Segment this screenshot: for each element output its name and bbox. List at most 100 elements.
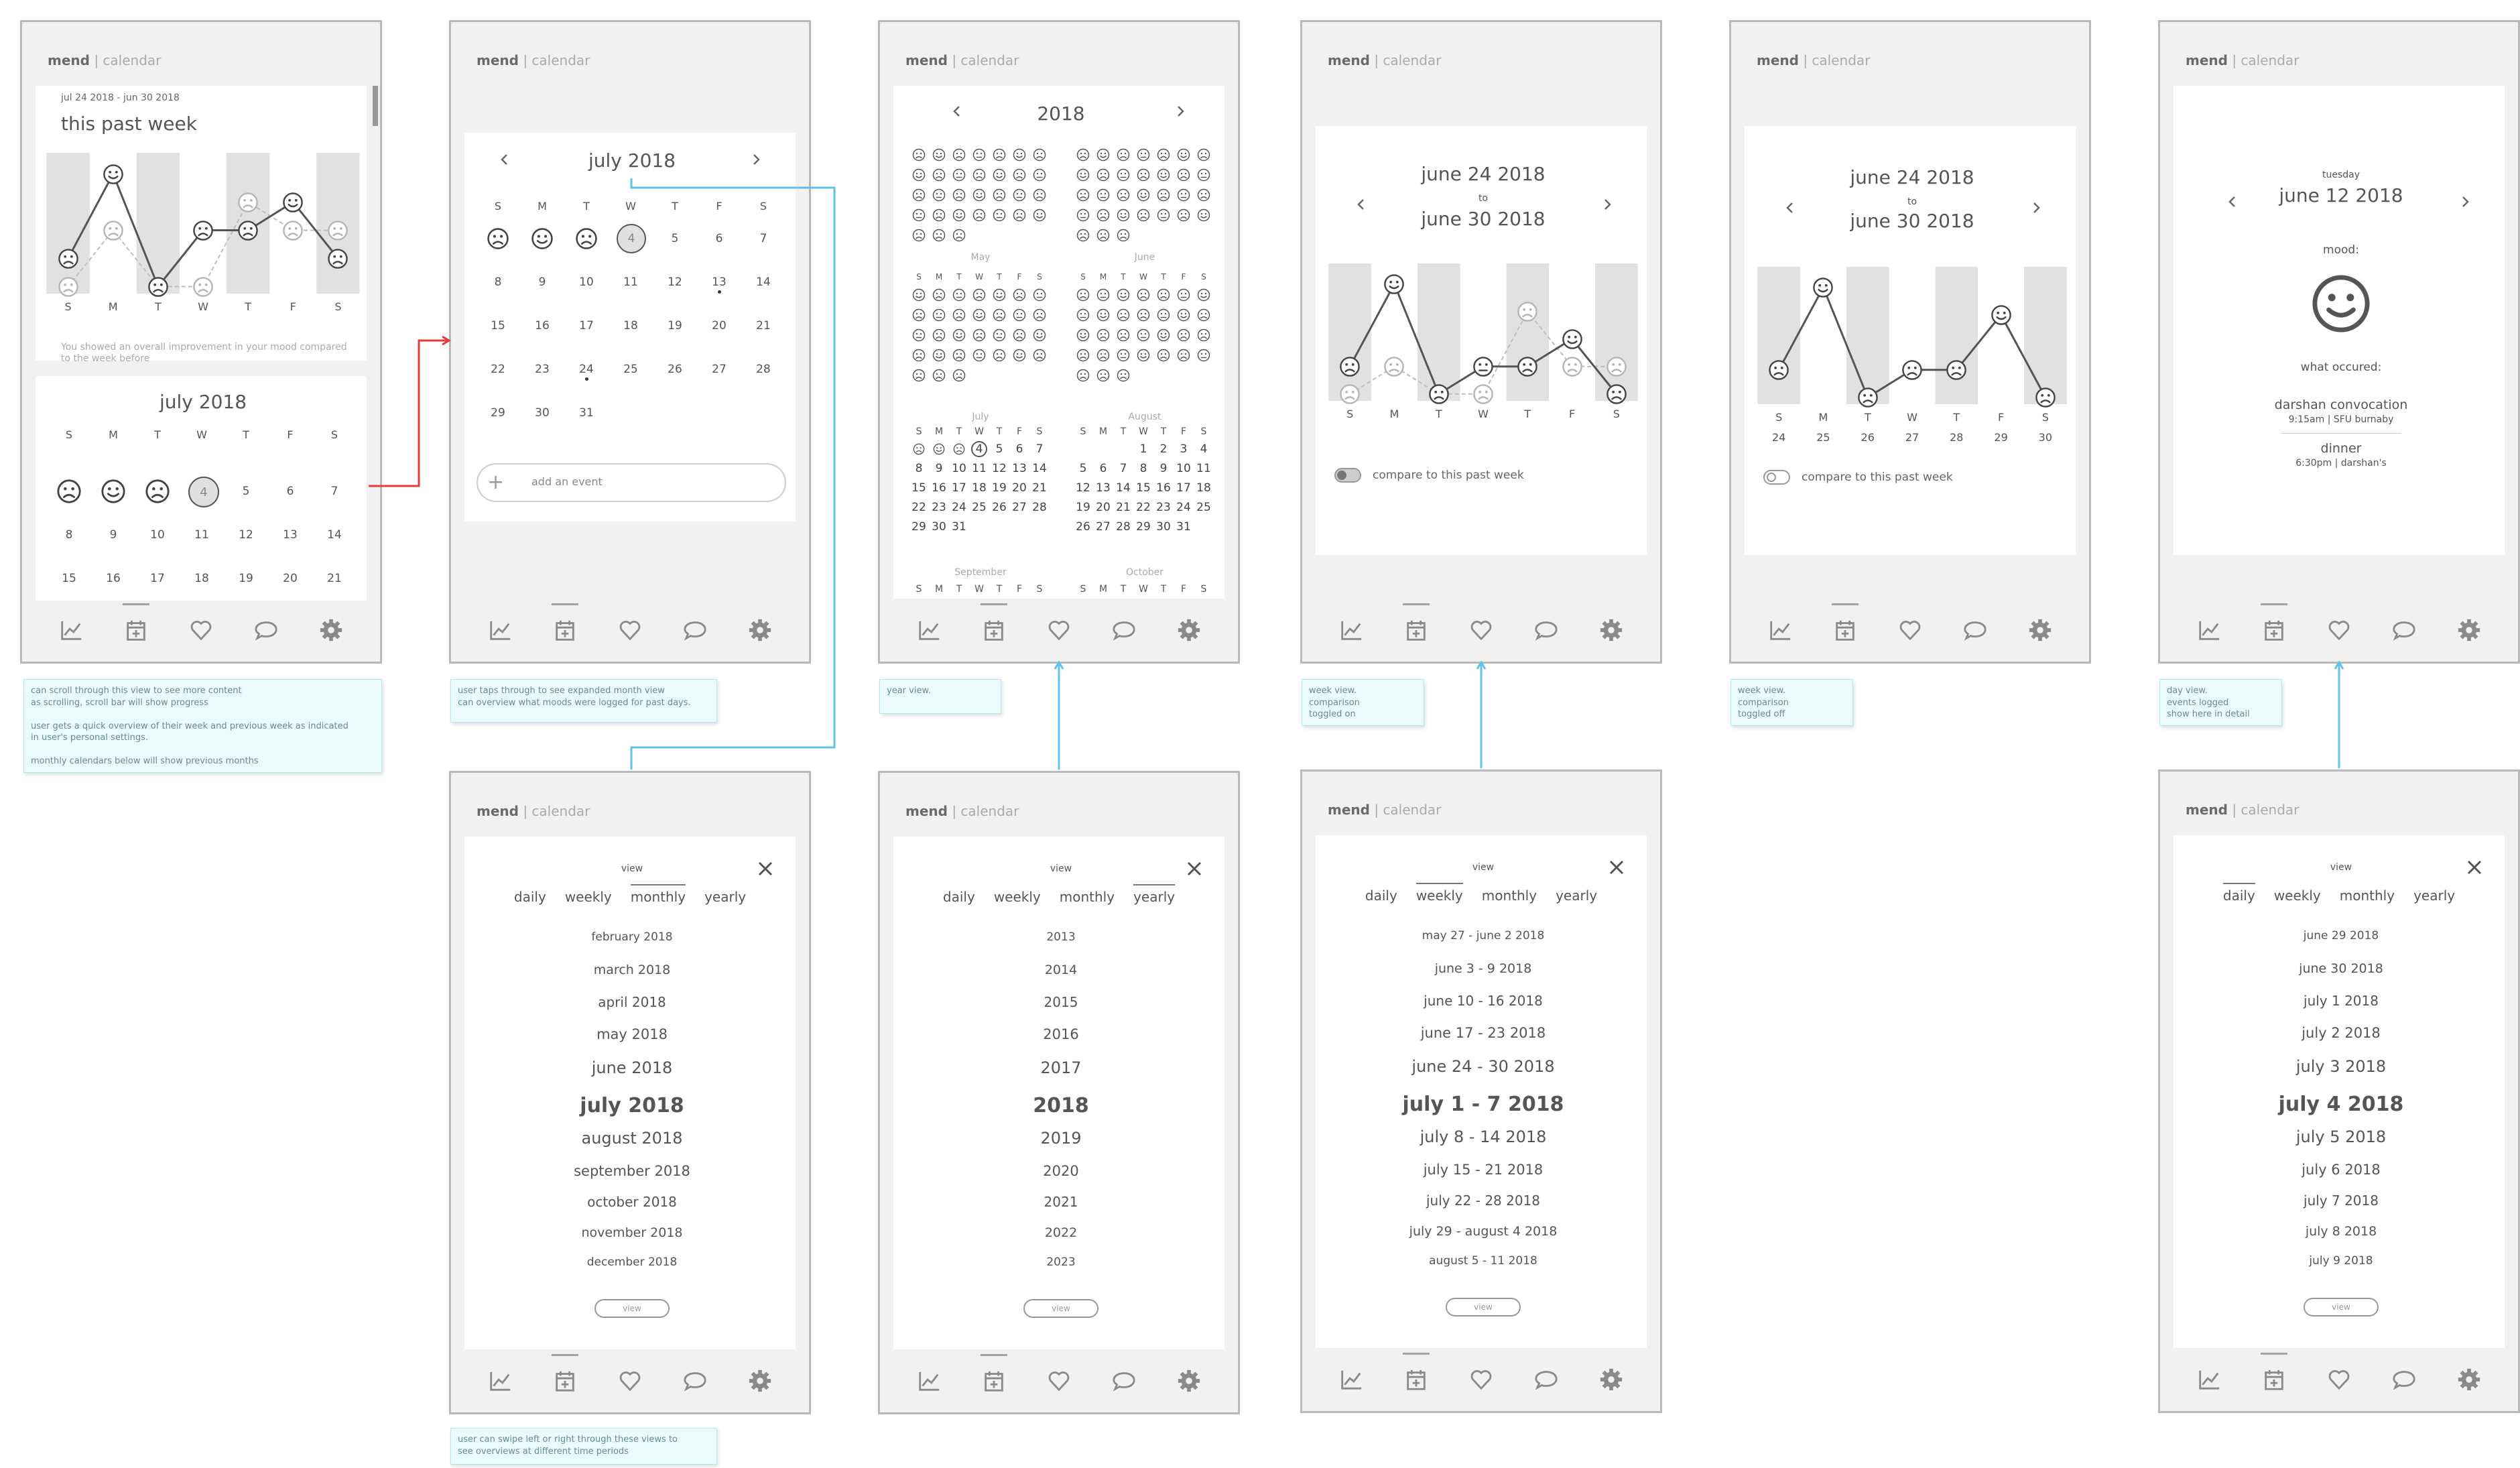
day-cell[interactable]: 26 [992,501,1007,514]
day-cell[interactable]: 11 [194,528,209,542]
period-option[interactable]: june 29 2018 [2304,929,2379,942]
period-option[interactable]: april 2018 [598,994,666,1010]
day-cell[interactable]: 17 [579,319,594,332]
graph-icon[interactable] [2190,611,2228,649]
gear-icon[interactable] [1170,1362,1208,1400]
calendar-add-icon[interactable] [1826,603,1864,649]
graph-icon[interactable] [481,611,519,649]
view-button[interactable]: view [594,1299,670,1318]
day-cell[interactable]: 7 [760,232,767,245]
day-cell[interactable]: 6 [1100,462,1107,475]
day-cell[interactable]: 6 [716,232,723,245]
gear-icon[interactable] [312,611,350,649]
prev-arrow-icon[interactable] [2226,195,2239,208]
day-cell[interactable]: 18 [1196,481,1211,495]
view-button[interactable]: view [1446,1298,1521,1317]
day-cell[interactable]: 16 [932,481,946,495]
chat-icon[interactable] [676,611,714,649]
period-option[interactable]: july 2018 [580,1094,684,1117]
day-cell[interactable]: 13 [1012,462,1027,475]
day-cell[interactable]: 12 [239,528,253,542]
day-cell[interactable]: 25 [1196,501,1211,514]
day-cell[interactable]: 20 [1012,481,1027,495]
day-cell[interactable]: 16 [106,572,121,585]
day-cell[interactable]: 5 [1080,462,1087,475]
day-cell[interactable]: 9 [1160,462,1168,475]
day-cell[interactable]: 23 [535,363,550,376]
period-option[interactable]: june 2018 [592,1058,673,1077]
gear-icon[interactable] [1592,1361,1630,1398]
period-option[interactable]: october 2018 [587,1194,677,1210]
chat-icon[interactable] [1105,611,1143,649]
period-option[interactable]: june 17 - 23 2018 [1421,1025,1546,1041]
day-cell[interactable]: 17 [952,481,966,495]
day-cell[interactable]: 13 [283,528,298,542]
day-cell[interactable]: 20 [1096,501,1111,514]
period-option[interactable]: july 8 - 14 2018 [1420,1127,1547,1146]
day-cell[interactable]: 12 [668,276,682,289]
day-cell[interactable]: 30 [535,406,550,420]
day-cell[interactable]: 18 [194,572,209,585]
period-option[interactable]: june 30 2018 [2299,961,2383,976]
gear-icon[interactable] [741,611,779,649]
day-cell[interactable]: 31 [952,520,966,534]
day-cell[interactable]: 29 [911,520,926,534]
today-marker[interactable]: 4 [188,477,219,507]
prev-arrow-icon[interactable] [1354,198,1368,211]
heart-icon[interactable] [1462,1361,1500,1398]
period-option[interactable]: 2015 [1044,994,1078,1010]
period-option[interactable]: july 6 2018 [2302,1162,2381,1178]
graph-icon[interactable] [481,1362,519,1400]
day-cell[interactable]: 21 [756,319,771,332]
period-option[interactable]: 2013 [1046,930,1075,944]
calendar-add-icon[interactable] [2255,603,2293,649]
day-cell[interactable]: 9 [539,276,546,289]
day-cell[interactable]: 10 [150,528,165,542]
next-arrow-icon[interactable] [2029,201,2043,215]
day-cell[interactable]: 28 [756,363,771,376]
day-cell[interactable]: 22 [1136,501,1151,514]
period-option[interactable]: july 7 2018 [2304,1192,2379,1209]
day-cell[interactable]: 31 [579,406,594,420]
day-cell[interactable]: 9 [936,462,943,475]
day-cell[interactable]: 2 [1160,442,1168,456]
day-cell[interactable]: 24 [579,363,594,376]
day-cell[interactable]: 5 [996,442,1003,456]
calendar-add-icon[interactable] [546,1353,584,1400]
calendar-add-icon[interactable] [1397,1352,1435,1398]
day-cell[interactable]: 21 [1116,501,1131,514]
day-cell[interactable]: 30 [1156,520,1171,534]
period-option[interactable]: 2021 [1044,1194,1078,1210]
day-cell[interactable]: 21 [1032,481,1047,495]
day-cell[interactable]: 7 [1036,442,1044,456]
day-cell[interactable]: 26 [1076,520,1090,534]
day-cell[interactable]: 12 [1076,481,1090,495]
heart-icon[interactable] [2320,1361,2358,1398]
day-cell[interactable]: 14 [327,528,342,542]
period-option[interactable]: july 1 2018 [2304,993,2379,1009]
calendar-add-icon[interactable] [546,603,584,649]
day-cell[interactable]: 28 [1116,520,1131,534]
day-cell[interactable]: 4 [1200,442,1208,456]
period-option[interactable]: june 10 - 16 2018 [1424,993,1543,1009]
day-cell[interactable]: 19 [668,319,682,332]
graph-icon[interactable] [1332,1361,1370,1398]
day-cell[interactable]: 7 [331,485,338,498]
graph-icon[interactable] [910,611,948,649]
heart-icon[interactable] [1040,611,1078,649]
day-cell[interactable]: 13 [1096,481,1111,495]
compare-toggle[interactable] [1334,468,1361,483]
period-option[interactable]: february 2018 [591,930,672,944]
period-option[interactable]: march 2018 [594,963,670,977]
period-option[interactable]: july 29 - august 4 2018 [1409,1224,1558,1239]
day-cell[interactable]: 7 [1120,462,1127,475]
period-option[interactable]: august 2018 [582,1129,683,1148]
day-cell[interactable]: 8 [495,276,502,289]
compare-toggle[interactable] [1763,470,1790,485]
day-cell[interactable]: 24 [1176,501,1191,514]
period-option[interactable]: 2014 [1045,963,1077,977]
period-option[interactable]: may 27 - june 2 2018 [1422,929,1545,942]
day-cell[interactable]: 30 [932,520,946,534]
day-cell[interactable]: 16 [535,319,550,332]
day-cell[interactable]: 24 [952,501,966,514]
